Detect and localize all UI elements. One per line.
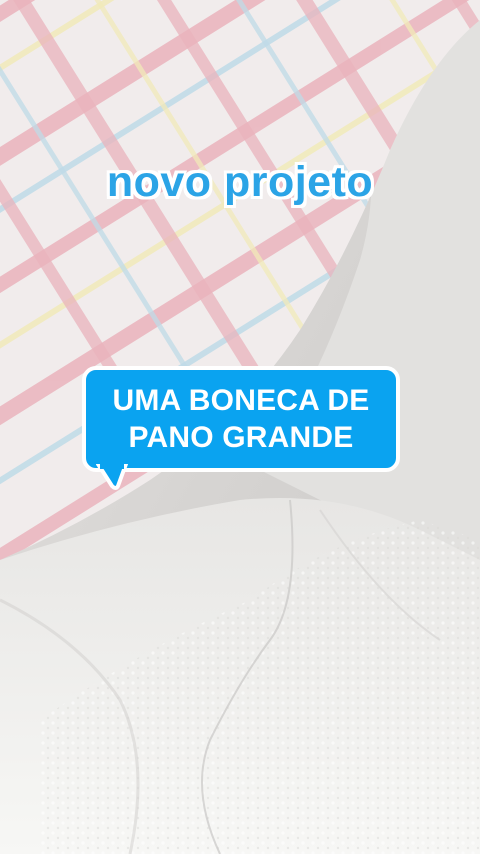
headline-text: novo projeto (106, 158, 374, 206)
caption-line-1: UMA BONECA DE (112, 384, 370, 417)
caption-line-2: PANO GRANDE (128, 421, 354, 454)
caption-text: UMA BONECA DE PANO GRANDE (112, 382, 369, 456)
caption-bubble: UMA BONECA DE PANO GRANDE (82, 366, 400, 472)
